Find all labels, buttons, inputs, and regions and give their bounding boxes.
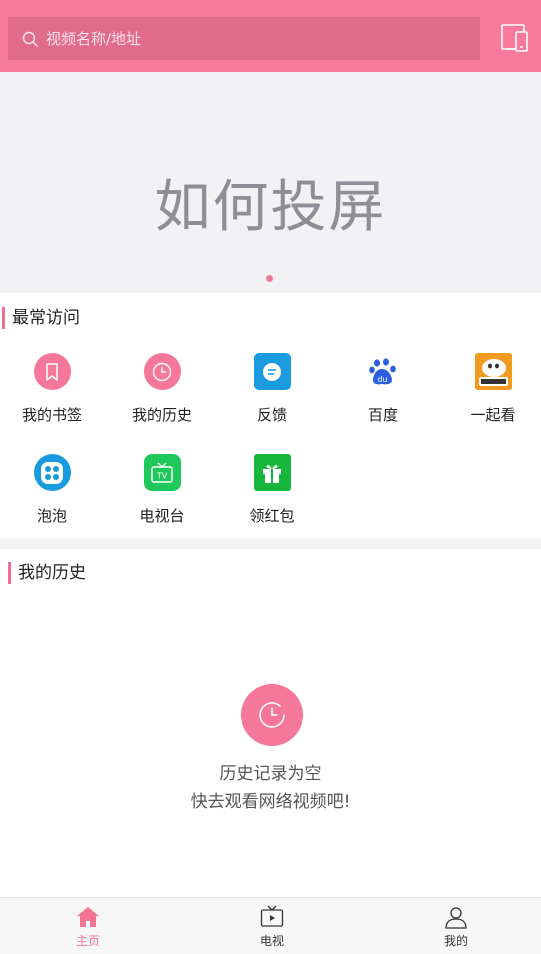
paopao-icon: [33, 454, 71, 491]
shortcut-label: 反馈: [256, 406, 287, 424]
clock-icon: [143, 353, 181, 390]
shortcut-feedback[interactable]: 反馈: [222, 353, 322, 425]
svg-text:du: du: [377, 375, 387, 384]
shortcut-label: 我的书签: [21, 406, 82, 424]
section-divider: [0, 538, 541, 549]
shortcut-label: 我的历史: [131, 406, 192, 424]
top-bar: [0, 0, 541, 72]
search-input[interactable]: [46, 29, 446, 48]
screen-cast-icon[interactable]: [498, 22, 530, 54]
tv-play-icon: [260, 905, 284, 927]
empty-history-text: 历史记录为空: [219, 764, 322, 784]
search-box[interactable]: [8, 17, 480, 60]
bottom-navigation: 主页 电视 我的: [0, 897, 541, 954]
shortcut-baidu[interactable]: du 百度: [333, 353, 433, 425]
banner-title: 如何投屏: [154, 175, 387, 240]
search-icon: [22, 31, 38, 47]
douyu-icon: [474, 353, 512, 390]
nav-mine[interactable]: 我的: [416, 898, 496, 954]
empty-history-clock-icon: [241, 684, 303, 746]
empty-history-hint: 快去观看网络视频吧!: [190, 792, 351, 812]
nav-tv[interactable]: 电视: [232, 898, 312, 954]
shortcut-paopao[interactable]: 泡泡: [2, 454, 102, 526]
shortcut-bookmarks[interactable]: 我的书签: [2, 353, 102, 425]
shortcut-label: 泡泡: [36, 507, 67, 525]
tv-icon: TV: [143, 454, 181, 491]
shortcut-history[interactable]: 我的历史: [112, 353, 212, 425]
shortcut-label: 百度: [367, 406, 398, 424]
shortcut-tv-station[interactable]: TV 电视台: [112, 454, 212, 526]
banner-carousel[interactable]: 如何投屏: [0, 72, 541, 293]
history-section-title: 我的历史: [8, 562, 86, 584]
user-icon: [445, 907, 467, 929]
nav-home[interactable]: 主页: [48, 898, 128, 954]
gift-icon: [253, 454, 291, 491]
bookmark-icon: [33, 353, 71, 390]
shortcut-label: 领红包: [249, 507, 295, 525]
carousel-indicator-dot: [266, 275, 273, 282]
shortcut-label: 一起看: [470, 406, 516, 424]
shortcut-red-packet[interactable]: 领红包: [222, 454, 322, 526]
home-icon: [77, 907, 99, 927]
frequent-section-title: 最常访问: [2, 307, 80, 329]
chat-bubble-icon: [253, 353, 291, 390]
shortcut-label: 电视台: [139, 507, 185, 525]
baidu-paw-icon: du: [365, 353, 402, 390]
nav-tv-label: 电视: [259, 934, 284, 948]
nav-home-label: 主页: [75, 934, 100, 948]
nav-mine-label: 我的: [443, 934, 468, 948]
svg-text:TV: TV: [156, 471, 168, 480]
shortcut-watch-together[interactable]: 一起看: [443, 353, 541, 425]
